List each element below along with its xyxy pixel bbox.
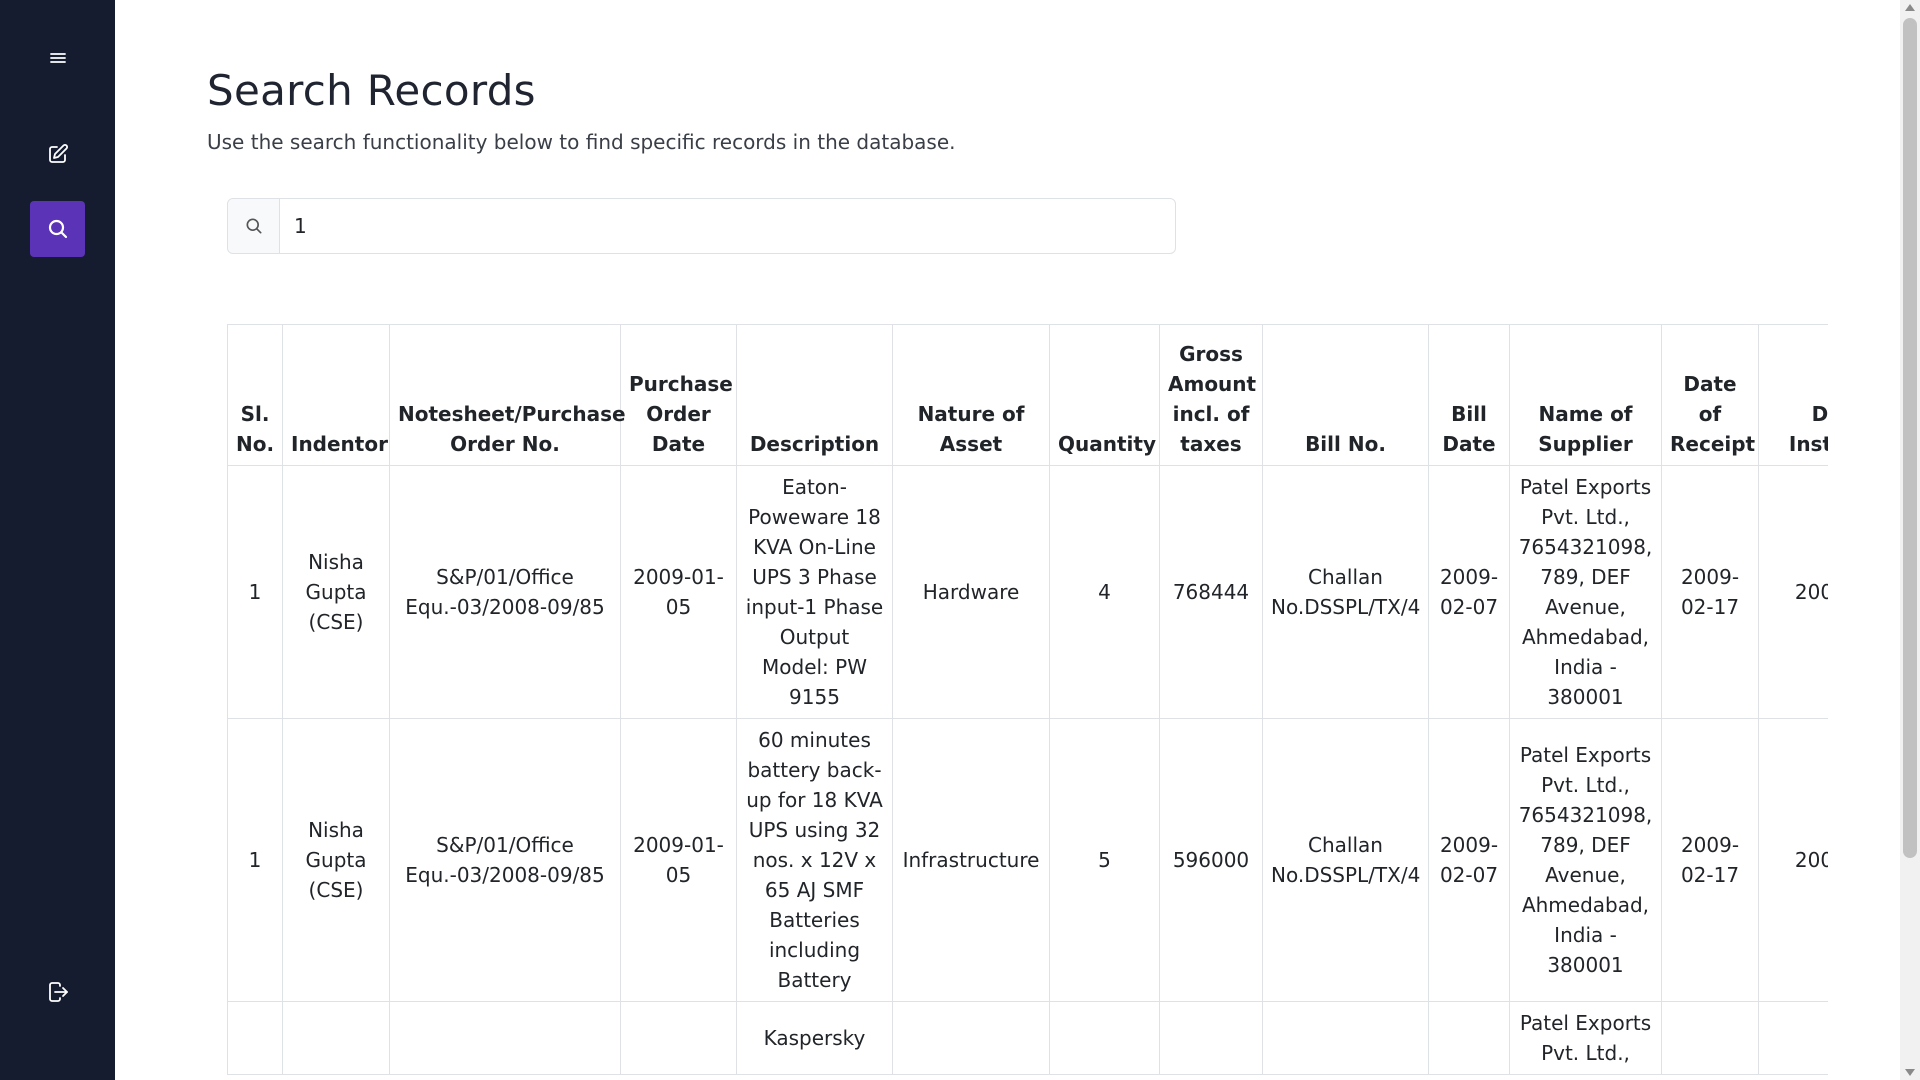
table-cell: 5 <box>1049 718 1160 1002</box>
page-subtitle: Use the search functionality below to fi… <box>207 130 956 154</box>
column-header: Gross Amount incl. of taxes <box>1159 324 1263 466</box>
table-cell <box>620 1001 737 1075</box>
column-header: Notesheet/Purchase Order No. <box>389 324 626 466</box>
logout-icon <box>48 982 68 1002</box>
sidebar <box>0 0 115 1080</box>
records-table: Sl. No. Indentor Notesheet/Purchase Order … <box>227 324 1828 1075</box>
table-cell: 2009-02-17 <box>1661 465 1759 719</box>
search-bar <box>227 198 1176 254</box>
column-header: Bill Date <box>1428 324 1510 466</box>
table-cell: S&P/01/Office Equ.-03/2008-09/85 <box>389 718 621 1002</box>
table-cell: 60 minutes battery back-up for 18 KVA UP… <box>736 718 893 1002</box>
table-cell: 2009-02-25 <box>1758 718 1828 1002</box>
table-cell: 1 <box>227 718 283 1002</box>
table-cell <box>1049 1001 1160 1075</box>
table-cell: S&P/01/Office Equ.-03/2008-09/85 <box>389 465 621 719</box>
table-cell: Infrastructure <box>892 718 1050 1002</box>
table-cell: Eaton-Poweware 18 KVA On-Line UPS 3 Phas… <box>736 465 893 719</box>
scroll-up-icon[interactable] <box>1905 4 1915 11</box>
column-header: Indentor <box>282 324 390 466</box>
table-row[interactable]: Kaspersky Patel Exports Pvt. Ltd., <box>227 1001 1828 1075</box>
search-icon <box>246 218 261 234</box>
table-body: 1 Nisha Gupta (CSE) S&P/01/Office Equ.-03/… <box>227 465 1828 1075</box>
table-cell <box>1428 1001 1510 1075</box>
column-header: Name of Supplier <box>1509 324 1662 466</box>
table-cell: Nisha Gupta (CSE) <box>282 465 390 719</box>
table-cell: Challan No.DSSPL/TX/4 <box>1262 718 1429 1002</box>
search-input[interactable] <box>280 199 1175 253</box>
search-addon <box>228 199 280 253</box>
table-cell <box>389 1001 621 1075</box>
column-header: Sl. No. <box>227 324 283 466</box>
table-cell: 596000 <box>1159 718 1263 1002</box>
menu-icon <box>49 53 66 63</box>
table-cell: 2009-02-07 <box>1428 465 1510 719</box>
table-cell: 4 <box>1049 465 1160 719</box>
search-icon <box>48 219 67 239</box>
scroll-thumb[interactable] <box>1903 18 1917 858</box>
column-header: Quantity <box>1049 324 1160 466</box>
table-cell: Kaspersky <box>736 1001 893 1075</box>
column-header: Date of Receipt <box>1661 324 1759 466</box>
column-header: Purchase Order Date <box>620 324 737 466</box>
table-cell: 768444 <box>1159 465 1263 719</box>
table-cell <box>1661 1001 1759 1075</box>
table-cell <box>1262 1001 1429 1075</box>
table-cell: 2009-02-07 <box>1428 718 1510 1002</box>
table-cell <box>227 1001 283 1075</box>
table-row[interactable]: 1 Nisha Gupta (CSE) S&P/01/Office Equ.-03/… <box>227 465 1828 719</box>
search-records-button[interactable] <box>30 201 85 257</box>
table-cell <box>1758 1001 1828 1075</box>
scroll-down-icon[interactable] <box>1905 1069 1915 1076</box>
column-header: Description <box>736 324 893 466</box>
column-header: Nature of Asset <box>892 324 1050 466</box>
records-table-container[interactable]: Sl. No. Indentor Notesheet/Purchase Order … <box>227 324 1828 1080</box>
column-header: Date of Installation <box>1758 324 1828 466</box>
table-cell: 2009-01-05 <box>620 465 737 719</box>
table-cell: Hardware <box>892 465 1050 719</box>
table-cell <box>892 1001 1050 1075</box>
table-header-row: Sl. No. Indentor Notesheet/Purchase Order … <box>227 324 1828 466</box>
page-title: Search Records <box>207 66 536 115</box>
add-record-button[interactable] <box>30 126 85 182</box>
column-header: Bill No. <box>1262 324 1429 466</box>
menu-button[interactable] <box>30 30 85 86</box>
table-cell: Nisha Gupta (CSE) <box>282 718 390 1002</box>
page-scrollbar[interactable] <box>1900 0 1920 1080</box>
main-content: Search Records Use the search functional… <box>115 0 1900 1080</box>
table-row[interactable]: 1 Nisha Gupta (CSE) S&P/01/Office Equ.-03/… <box>227 718 1828 1002</box>
edit-icon <box>48 144 68 163</box>
table-cell: 2009-01-05 <box>620 718 737 1002</box>
table-cell: 2009-02-17 <box>1661 718 1759 1002</box>
table-cell: 1 <box>227 465 283 719</box>
table-cell: Challan No.DSSPL/TX/4 <box>1262 465 1429 719</box>
table-cell <box>1159 1001 1263 1075</box>
logout-button[interactable] <box>30 964 85 1020</box>
table-cell: Patel Exports Pvt. Ltd., 7654321098, 789… <box>1509 718 1662 1002</box>
table-cell <box>282 1001 390 1075</box>
table-cell: 2009-02-25 <box>1758 465 1828 719</box>
table-cell: Patel Exports Pvt. Ltd., <box>1509 1001 1662 1075</box>
table-cell: Patel Exports Pvt. Ltd., 7654321098, 789… <box>1509 465 1662 719</box>
